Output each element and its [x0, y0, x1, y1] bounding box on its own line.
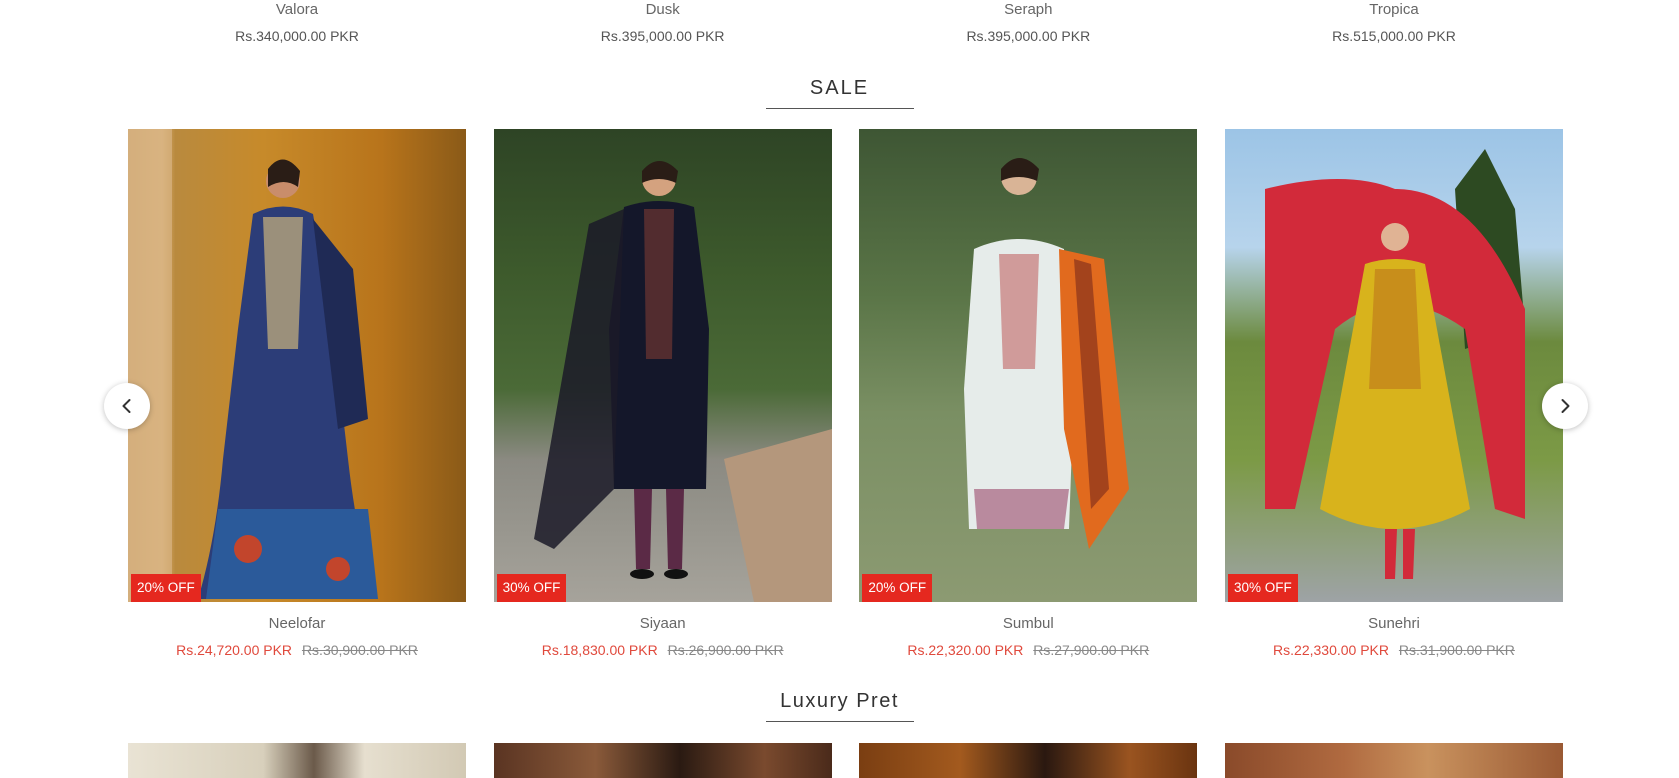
product-name[interactable]: Seraph	[859, 0, 1197, 20]
luxury-pret-row	[128, 743, 1563, 778]
heading-underline	[765, 721, 914, 722]
product-name[interactable]: Dusk	[494, 0, 832, 20]
product-item[interactable]: Seraph Rs.395,000.00 PKR	[859, 0, 1197, 46]
product-card[interactable]: 30% OFF Sunehri Rs.22,330.00 PKR Rs.31,9…	[1224, 129, 1563, 660]
product-image[interactable]: 30% OFF	[493, 129, 832, 602]
product-image[interactable]	[859, 743, 1198, 778]
product-name[interactable]: Valora	[128, 0, 466, 20]
chevron-right-icon	[1561, 399, 1570, 413]
product-card[interactable]: 20% OFF Sumbul Rs.22,320.00 PKR Rs.27,90…	[859, 129, 1198, 660]
product-price-group: Rs.24,720.00 PKR Rs.30,900.00 PKR	[128, 640, 466, 660]
product-image[interactable]	[128, 743, 466, 778]
model-figure	[128, 129, 378, 602]
sale-section-heading: SALE	[0, 74, 1679, 109]
sale-price: Rs.24,720.00 PKR	[176, 642, 293, 658]
luxury-pret-section-heading: Luxury Pret	[0, 687, 1679, 722]
product-name[interactable]: Siyaan	[494, 614, 832, 634]
sale-price: Rs.18,830.00 PKR	[541, 642, 658, 658]
heading-underline	[765, 108, 914, 109]
model-figure	[533, 161, 832, 602]
product-image[interactable]	[493, 743, 832, 778]
product-price-group: Rs.18,830.00 PKR Rs.26,900.00 PKR	[494, 640, 832, 660]
product-card[interactable]: 30% OFF Siyaan Rs.18,830.00 PKR Rs.26,90…	[493, 129, 832, 660]
original-price: Rs.26,900.00 PKR	[667, 642, 784, 658]
product-name[interactable]: Neelofar	[128, 614, 466, 634]
previous-product-row: Valora Rs.340,000.00 PKR Dusk Rs.395,000…	[128, 0, 1563, 46]
product-price-group: Rs.22,320.00 PKR Rs.27,900.00 PKR	[859, 640, 1197, 660]
original-price: Rs.30,900.00 PKR	[301, 642, 418, 658]
product-image[interactable]	[1224, 743, 1563, 778]
product-image[interactable]: 30% OFF	[1224, 129, 1563, 602]
sale-carousel: 20% OFF Neelofar Rs.24,720.00 PKR Rs.30,…	[128, 129, 1563, 660]
discount-badge: 20% OFF	[862, 574, 933, 602]
product-item[interactable]: Dusk Rs.395,000.00 PKR	[494, 0, 832, 46]
original-price: Rs.27,900.00 PKR	[1033, 642, 1150, 658]
discount-badge: 20% OFF	[131, 574, 201, 602]
product-image[interactable]: 20% OFF	[128, 129, 466, 602]
product-item[interactable]: Tropica Rs.515,000.00 PKR	[1225, 0, 1563, 46]
product-name[interactable]: Sumbul	[859, 614, 1197, 634]
product-price-group: Rs.22,330.00 PKR Rs.31,900.00 PKR	[1225, 640, 1563, 660]
discount-badge: 30% OFF	[496, 574, 567, 602]
product-card[interactable]: 20% OFF Neelofar Rs.24,720.00 PKR Rs.30,…	[128, 129, 466, 660]
product-price: Rs.515,000.00 PKR	[1332, 28, 1456, 44]
product-item[interactable]: Valora Rs.340,000.00 PKR	[128, 0, 466, 46]
carousel-prev-button[interactable]	[104, 383, 150, 429]
carousel-next-button[interactable]	[1542, 383, 1588, 429]
sale-price: Rs.22,330.00 PKR	[1273, 642, 1390, 658]
product-price: Rs.340,000.00 PKR	[235, 28, 359, 44]
section-title: SALE	[809, 77, 870, 99]
section-title: Luxury Pret	[780, 690, 899, 712]
product-image[interactable]: 20% OFF	[859, 129, 1198, 602]
model-figure	[1264, 149, 1525, 579]
product-name[interactable]: Sunehri	[1225, 614, 1563, 634]
chevron-left-icon	[122, 399, 131, 413]
product-price: Rs.395,000.00 PKR	[966, 28, 1091, 44]
product-price: Rs.395,000.00 PKR	[600, 28, 725, 44]
original-price: Rs.31,900.00 PKR	[1398, 642, 1515, 658]
sale-price: Rs.22,320.00 PKR	[907, 642, 1024, 658]
product-name[interactable]: Tropica	[1225, 0, 1563, 20]
discount-badge: 30% OFF	[1227, 574, 1298, 602]
model-figure	[964, 158, 1130, 549]
